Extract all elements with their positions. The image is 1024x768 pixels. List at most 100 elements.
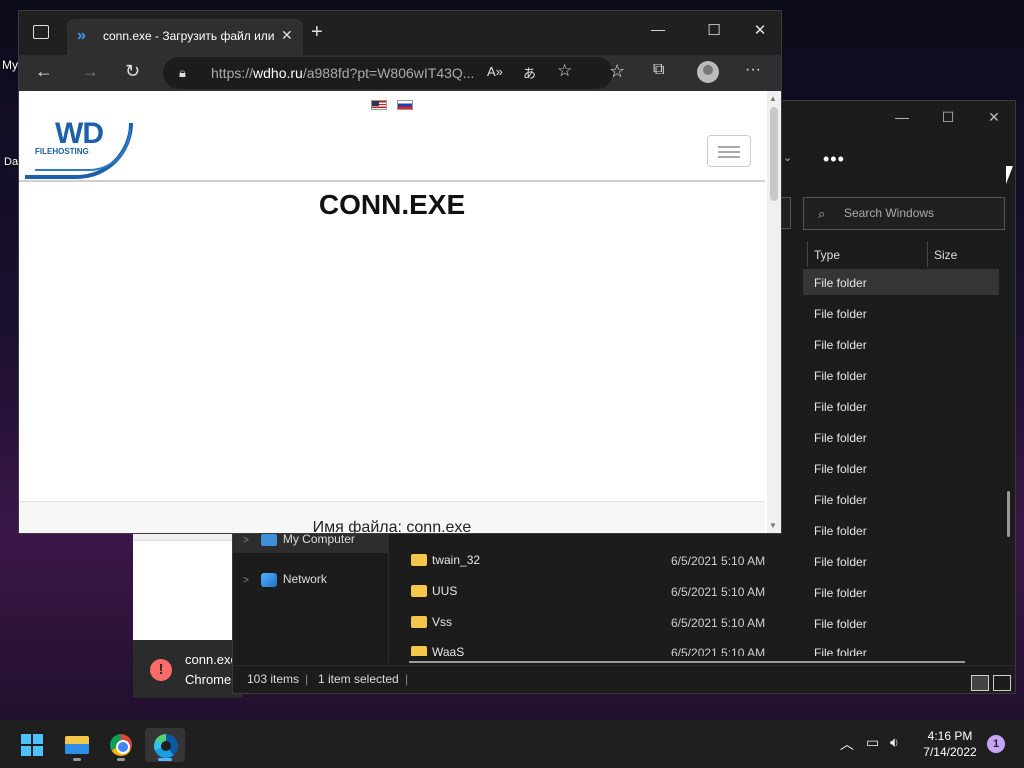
scroll-up-icon[interactable]: ▲ bbox=[769, 94, 777, 103]
file-type: File folder bbox=[814, 431, 867, 445]
tab-conn-exe[interactable]: » conn.exe - Загрузить файл или с ✕ bbox=[67, 19, 303, 55]
add-favorite-icon[interactable]: ☆ bbox=[557, 61, 572, 81]
table-row[interactable]: WaaS bbox=[411, 645, 464, 656]
logo-text: WD bbox=[55, 117, 104, 150]
wdho-favicon-icon: » bbox=[77, 27, 86, 44]
system-clock[interactable]: 4:16 PM 7/14/2022 bbox=[918, 728, 982, 760]
file-type: File folder bbox=[814, 307, 867, 321]
lock-icon: 🔒︎ bbox=[179, 65, 186, 80]
chevron-right-icon[interactable]: > bbox=[243, 535, 249, 546]
selection-count: 1 item selected bbox=[318, 672, 399, 686]
edge-icon bbox=[154, 734, 178, 758]
file-type: File folder bbox=[814, 462, 867, 476]
file-date: 6/5/2021 5:10 AM bbox=[671, 616, 766, 630]
url-text: https://wdho.ru/a988fd?pt=W806wIT43Q... bbox=[211, 65, 475, 81]
table-row[interactable]: Vss bbox=[411, 615, 452, 635]
page-scrollbar[interactable]: ▲ ▼ bbox=[767, 91, 781, 533]
search-placeholder: Search Windows bbox=[844, 206, 935, 220]
folder-icon bbox=[411, 645, 427, 656]
file-type: File folder bbox=[814, 617, 867, 631]
maximize-button[interactable]: ☐ bbox=[699, 21, 729, 39]
file-type: File folder bbox=[814, 493, 867, 507]
computer-icon bbox=[260, 533, 277, 546]
scroll-down-icon[interactable]: ▼ bbox=[769, 521, 777, 530]
chevron-right-icon[interactable]: > bbox=[243, 575, 249, 586]
more-options-icon[interactable]: ··· bbox=[745, 61, 761, 79]
edge-browser-window: » conn.exe - Загрузить файл или с ✕ + — … bbox=[18, 10, 782, 534]
file-type: File folder bbox=[814, 586, 867, 600]
collections-icon[interactable]: ⧉ bbox=[653, 61, 664, 79]
folder-icon bbox=[411, 553, 427, 566]
column-header-size[interactable]: Size bbox=[934, 241, 957, 269]
taskbar: ︿ ▭ 🔉︎ 4:16 PM 7/14/2022 1 bbox=[0, 720, 1024, 768]
file-type: File folder bbox=[814, 555, 867, 569]
menu-toggle-button[interactable] bbox=[707, 135, 751, 167]
download-filename: conn.exe bbox=[185, 652, 238, 667]
minimize-button[interactable]: — bbox=[879, 101, 925, 133]
close-tab-icon[interactable]: ✕ bbox=[281, 27, 293, 44]
address-bar[interactable]: 🔒︎ https://wdho.ru/a988fd?pt=W806wIT43Q.… bbox=[163, 57, 613, 89]
back-arrow-icon[interactable]: ← bbox=[35, 61, 53, 82]
tab-title: conn.exe - Загрузить файл или с bbox=[103, 29, 275, 43]
logo-subtext: FILEHOSTING bbox=[35, 147, 89, 156]
notification-badge[interactable]: 1 bbox=[987, 735, 1005, 753]
start-button[interactable] bbox=[12, 728, 52, 762]
maximize-button[interactable]: ☐ bbox=[925, 101, 971, 133]
table-row[interactable]: twain_32 bbox=[411, 553, 480, 573]
file-date: 6/5/2021 5:10 AM bbox=[671, 646, 766, 656]
column-header-type[interactable]: Type bbox=[814, 241, 840, 269]
table-row[interactable]: UUS bbox=[411, 584, 457, 604]
wd-filehosting-logo[interactable]: WD FILEHOSTING bbox=[25, 115, 133, 179]
file-type: File folder bbox=[814, 400, 867, 414]
header-divider bbox=[19, 180, 765, 182]
new-tab-button[interactable]: + bbox=[311, 21, 323, 44]
vertical-scrollbar[interactable] bbox=[1007, 491, 1010, 537]
english-flag-icon[interactable] bbox=[371, 100, 387, 110]
navigation-bar: ← → ↻ 🔒︎ https://wdho.ru/a988fd?pt=W806w… bbox=[19, 55, 781, 91]
edge-taskbar-button[interactable] bbox=[145, 728, 185, 762]
tiles-view-button[interactable] bbox=[993, 675, 1011, 691]
close-button[interactable]: ✕ bbox=[971, 101, 1017, 133]
horizontal-scrollbar[interactable] bbox=[409, 661, 965, 663]
translate-icon[interactable]: あ bbox=[523, 63, 536, 82]
mouse-cursor bbox=[1006, 166, 1013, 184]
download-status: Chrome bbox=[185, 672, 232, 687]
profile-avatar[interactable] bbox=[697, 61, 719, 83]
refresh-icon[interactable]: ↻ bbox=[125, 61, 140, 82]
error-icon: ! bbox=[150, 659, 172, 681]
chevron-down-icon[interactable]: ⌄ bbox=[783, 151, 792, 164]
status-bar: 103 items | 1 item selected | bbox=[233, 665, 1015, 693]
minimize-button[interactable]: — bbox=[643, 21, 673, 37]
page-title: CONN.EXE bbox=[318, 189, 466, 220]
page-content: WD FILEHOSTING CONN.EXE Имя файла: conn.… bbox=[19, 91, 781, 533]
read-aloud-icon[interactable]: A» bbox=[487, 64, 503, 79]
chrome-taskbar-button[interactable] bbox=[101, 728, 141, 762]
item-count: 103 items bbox=[247, 672, 300, 686]
file-type: File folder bbox=[814, 369, 867, 383]
forward-arrow-icon[interactable]: → bbox=[81, 61, 99, 82]
chevron-up-icon[interactable]: ︿ bbox=[840, 734, 854, 754]
desktop-icon-label[interactable]: My bbox=[2, 58, 18, 72]
favorites-icon[interactable]: ☆ bbox=[609, 61, 625, 82]
more-options-button[interactable]: ••• bbox=[823, 149, 845, 170]
search-input[interactable]: ⌕ Search Windows bbox=[803, 197, 1005, 230]
close-button[interactable]: ✕ bbox=[745, 21, 775, 39]
chrome-download-bar[interactable]: ! conn.exe Chrome bbox=[133, 640, 243, 698]
chrome-icon bbox=[110, 734, 132, 756]
tab-bar: » conn.exe - Загрузить файл или с ✕ + — … bbox=[19, 11, 781, 55]
nav-item-my-computer[interactable]: > My Computer bbox=[243, 532, 355, 546]
file-date: 6/5/2021 5:10 AM bbox=[671, 554, 766, 568]
volume-icon[interactable]: 🔉︎ bbox=[890, 734, 899, 751]
file-name-label: Имя файла: conn.exe bbox=[312, 519, 472, 533]
nav-item-network[interactable]: > Network bbox=[243, 572, 327, 587]
clock-time: 4:16 PM bbox=[927, 729, 973, 743]
details-view-button[interactable] bbox=[971, 675, 989, 691]
file-explorer-taskbar-button[interactable] bbox=[57, 728, 97, 762]
network-icon[interactable]: ▭ bbox=[866, 734, 879, 751]
file-type: File folder bbox=[814, 338, 867, 352]
folder-icon bbox=[411, 615, 427, 628]
tab-actions-icon[interactable] bbox=[33, 25, 49, 39]
desktop-icon-label[interactable]: Da bbox=[4, 156, 18, 168]
russian-flag-icon[interactable] bbox=[397, 100, 413, 110]
scrollbar-thumb[interactable] bbox=[770, 107, 778, 201]
